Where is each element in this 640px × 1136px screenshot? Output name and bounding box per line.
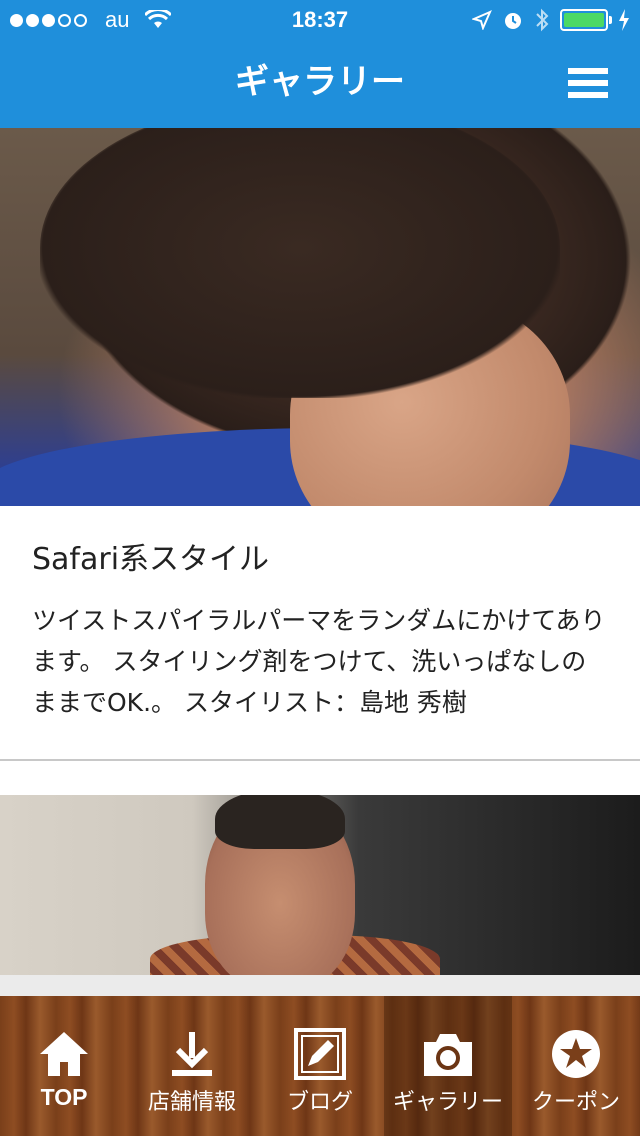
battery-icon (560, 9, 612, 31)
tab-label: 店舗情報 (147, 1090, 236, 1115)
star-icon (552, 1030, 600, 1078)
charging-bolt-icon (619, 9, 629, 31)
location-arrow-icon (472, 10, 492, 30)
tab-label: ブログ (286, 1090, 353, 1115)
home-icon (40, 1032, 88, 1076)
gallery-list[interactable]: Safari系スタイル ツイストスパイラルパーマをランダムにかけてあります。 ス… (0, 128, 640, 996)
alarm-icon (505, 13, 521, 29)
tab-bar: TOP 店舗情報 ブログ ギャラリー クーポン (0, 996, 640, 1136)
pencil-icon (294, 1028, 346, 1080)
gallery-photo[interactable] (0, 795, 640, 975)
gallery-photo[interactable] (0, 128, 640, 506)
gallery-item-title: Safari系スタイル (32, 542, 270, 577)
tab-coupon[interactable]: クーポン (512, 996, 640, 1136)
tab-label: クーポン (531, 1090, 620, 1115)
camera-icon (424, 1034, 472, 1076)
status-bar: au 18:37 (0, 0, 640, 40)
bluetooth-icon (536, 8, 549, 32)
top-bar: au 18:37 ギャラリー (0, 0, 640, 128)
gallery-item[interactable] (0, 795, 640, 975)
download-icon (172, 1032, 212, 1076)
tab-top[interactable]: TOP (0, 996, 128, 1136)
tab-blog[interactable]: ブログ (256, 996, 384, 1136)
menu-button[interactable] (568, 68, 608, 100)
gallery-item-description: ツイストスパイラルパーマをランダムにかけてあります。 スタイリング剤をつけて、洗… (32, 606, 606, 717)
tab-gallery[interactable]: ギャラリー (384, 996, 512, 1136)
tab-label: ギャラリー (392, 1090, 503, 1115)
hamburger-icon (568, 68, 608, 74)
tab-store-info[interactable]: 店舗情報 (128, 996, 256, 1136)
page-title: ギャラリー (235, 62, 405, 102)
tab-label: TOP (40, 1084, 88, 1110)
gallery-item[interactable]: Safari系スタイル ツイストスパイラルパーマをランダムにかけてあります。 ス… (0, 128, 640, 759)
